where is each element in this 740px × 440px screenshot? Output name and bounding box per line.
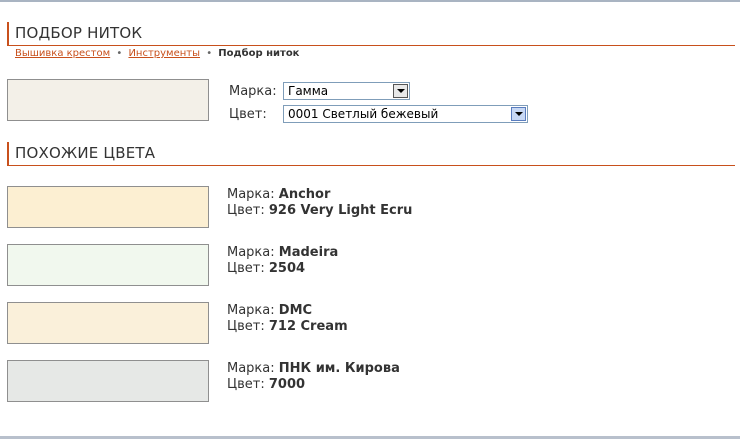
similar-color-value: 2504 [268, 261, 306, 276]
similar-brand-line: Марка: Anchor [227, 187, 330, 202]
similar-color-line: Цвет: 7000 [227, 377, 305, 392]
similar-brand-line: Марка: ПНК им. Кирова [227, 361, 400, 376]
similar-color-value: 712 Cream [268, 319, 348, 334]
similar-brand-line: Марка: DMC [227, 303, 312, 318]
similar-color-label: Цвет: [227, 203, 265, 218]
similar-color-swatch-dmc [7, 302, 209, 344]
similar-color-value: 926 Very Light Ecru [268, 203, 413, 218]
similar-color-swatch-anchor [7, 186, 209, 228]
breadcrumb: Вышивка крестом • Инструменты • Подбор н… [15, 48, 299, 59]
similar-color-label: Цвет: [227, 261, 265, 276]
section-title-similar: ПОХОЖИЕ ЦВЕТА [15, 144, 156, 162]
color-select[interactable]: 0001 Светлый бежевый [283, 105, 528, 123]
chevron-down-icon [397, 89, 405, 93]
breadcrumb-link-cross-stitch[interactable]: Вышивка крестом [15, 48, 110, 59]
similar-color-label: Цвет: [227, 319, 265, 334]
section-header-thread-picker: ПОДБОР НИТОК [7, 22, 735, 46]
color-select-value: 0001 Светлый бежевый [288, 107, 439, 121]
similar-brand-label: Марка: [227, 187, 275, 202]
similar-brand-value: Anchor [278, 187, 331, 202]
similar-brand-value: DMC [278, 303, 313, 318]
selected-color-swatch [7, 79, 209, 121]
color-label: Цвет: [229, 107, 267, 122]
brand-label: Марка: [229, 84, 277, 99]
chevron-down-icon [515, 112, 523, 116]
similar-color-line: Цвет: 2504 [227, 261, 305, 276]
similar-color-swatch-madeira [7, 244, 209, 286]
breadcrumb-separator: • [206, 48, 213, 59]
similar-color-swatch-pnk [7, 360, 209, 402]
similar-color-line: Цвет: 712 Cream [227, 319, 348, 334]
color-select-button[interactable] [511, 107, 526, 121]
top-rule [0, 0, 740, 2]
similar-color-line: Цвет: 926 Very Light Ecru [227, 203, 412, 218]
similar-color-value: 7000 [268, 377, 306, 392]
similar-brand-value: Madeira [278, 245, 339, 260]
similar-brand-label: Марка: [227, 245, 275, 260]
similar-brand-label: Марка: [227, 361, 275, 376]
breadcrumb-link-tools[interactable]: Инструменты [128, 48, 200, 59]
bottom-rule [0, 436, 740, 439]
brand-select-value: Гамма [288, 84, 329, 98]
breadcrumb-current: Подбор ниток [218, 48, 300, 59]
brand-select-button[interactable] [393, 84, 408, 98]
page-title: ПОДБОР НИТОК [15, 24, 143, 42]
similar-brand-value: ПНК им. Кирова [278, 361, 400, 376]
similar-color-label: Цвет: [227, 377, 265, 392]
brand-select[interactable]: Гамма [283, 82, 410, 100]
similar-brand-line: Марка: Madeira [227, 245, 338, 260]
breadcrumb-separator: • [116, 48, 123, 59]
similar-brand-label: Марка: [227, 303, 275, 318]
section-header-similar-colors: ПОХОЖИЕ ЦВЕТА [7, 142, 735, 166]
